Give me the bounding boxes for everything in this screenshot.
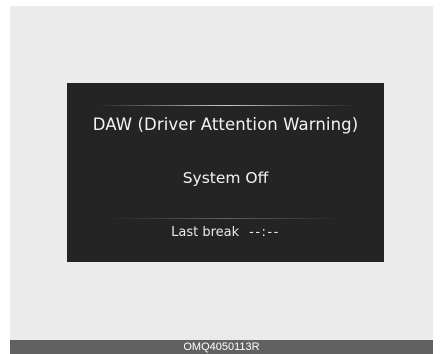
last-break-row: Last break --:-- — [67, 225, 384, 240]
bottom-divider — [107, 218, 344, 219]
cluster-display: DAW (Driver Attention Warning) System Of… — [67, 83, 384, 262]
warning-title: DAW (Driver Attention Warning) — [92, 115, 359, 134]
image-code-caption: OMQ4050113R — [10, 340, 433, 354]
system-status: System Off — [182, 169, 269, 187]
last-break-label: Last break — [171, 225, 240, 240]
last-break-value: --:-- — [249, 225, 280, 240]
top-divider — [97, 105, 354, 106]
